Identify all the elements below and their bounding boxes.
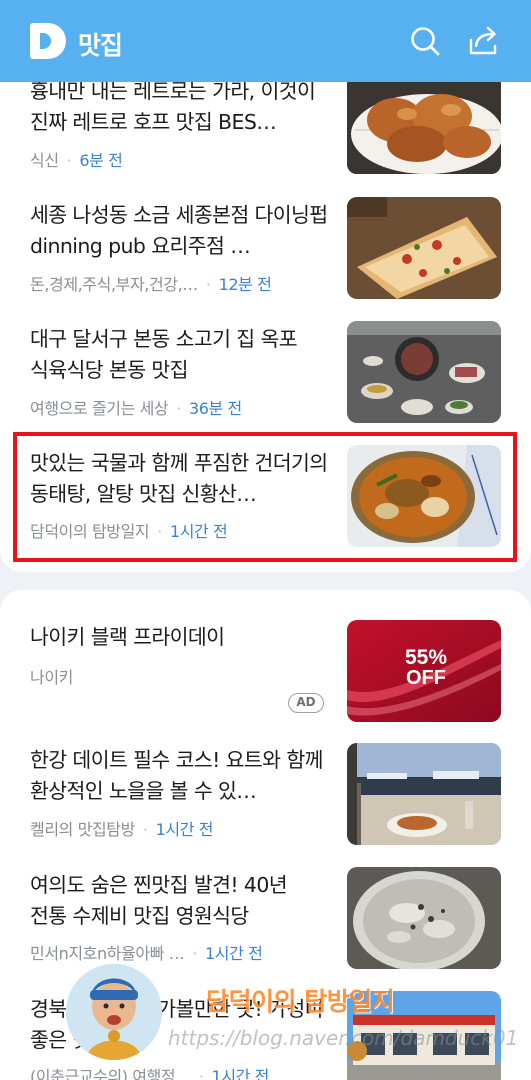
article-title[interactable]: 여의도 숨은 찐맛집 발견! 40년 전통 수제비 맛집 영원식당 [30,870,328,932]
pizza-thumbnail[interactable] [347,197,501,299]
ad-source: 나이키 [30,668,73,687]
article-time: 36분 전 [188,399,242,418]
article-title[interactable]: 세종 나성동 소금 세종본점 다이닝펍 dinning pub 요리주점 … [30,200,328,262]
highlight-box [13,432,517,562]
ad-thumb-text-2: OFF [406,667,446,689]
nike-ad-thumbnail[interactable]: 55% OFF [347,620,501,722]
watermark-text: 담덕이의 탐방일지 [206,987,395,1016]
article-source: (이춘근교수의) 여행정… [30,1067,191,1080]
page-title: 맛집 [78,31,123,60]
article-source: 돈,경제,주식,부자,건강,… [30,275,198,294]
sujebi-thumbnail[interactable] [347,867,501,969]
share-icon[interactable] [466,24,500,58]
search-icon[interactable] [408,24,442,58]
ad-thumb-text-1: 55% [405,646,447,669]
fried-chicken-thumbnail[interactable] [347,72,501,174]
article-source: 민서n지호n하율아빠 … [30,944,185,963]
ad-title[interactable]: 나이키 블랙 프라이데이 [30,622,328,653]
article-title[interactable]: 한강 데이트 필수 코스! 요트와 함께 환상적인 노을을 볼 수 있… [30,745,328,807]
article-meta: (이춘근교수의) 여행정… · 1시간 전 [30,1063,269,1080]
article-title[interactable]: 흉내만 내는 레트로는 가라, 이것이 진짜 레트로 호프 맛집 BES… [30,76,328,138]
daum-logo-icon[interactable] [30,23,66,59]
article-meta: 여행으로 즐기는 세상 · 36분 전 [30,399,242,418]
article-meta: 민서n지호n하율아빠 … · 1시간 전 [30,944,263,963]
article-time: 1시간 전 [205,944,263,963]
article-meta: 켈리의 맛집탐방 · 1시간 전 [30,820,214,839]
bbq-table-thumbnail[interactable] [347,321,501,423]
article-time: 6분 전 [79,151,123,170]
article-source: 식신 [30,151,59,170]
ad-badge: AD [288,693,324,713]
article-meta: 돈,경제,주식,부자,건강,… · 12분 전 [30,275,272,294]
watermark-url: https://blog.naver.com/damduck01 [168,1026,519,1050]
article-time: 12분 전 [218,275,272,294]
yacht-dinner-thumbnail[interactable] [347,743,501,845]
article-time: 1시간 전 [155,820,214,839]
article-title[interactable]: 대구 달서구 본동 소고기 집 옥포 식육식당 본동 맛집 [30,324,328,386]
blogger-avatar [66,964,162,1060]
article-source: 여행으로 즐기는 세상 [30,399,169,418]
top-app-bar: 맛집 [0,0,531,82]
article-meta: 식신 · 6분 전 [30,151,123,170]
news-card-1: 흉내만 내는 레트로는 가라, 이것이 진짜 레트로 호프 맛집 BES… 식신… [0,0,531,572]
article-source: 켈리의 맛집탐방 [30,820,135,839]
article-time: 1시간 전 [211,1067,270,1080]
